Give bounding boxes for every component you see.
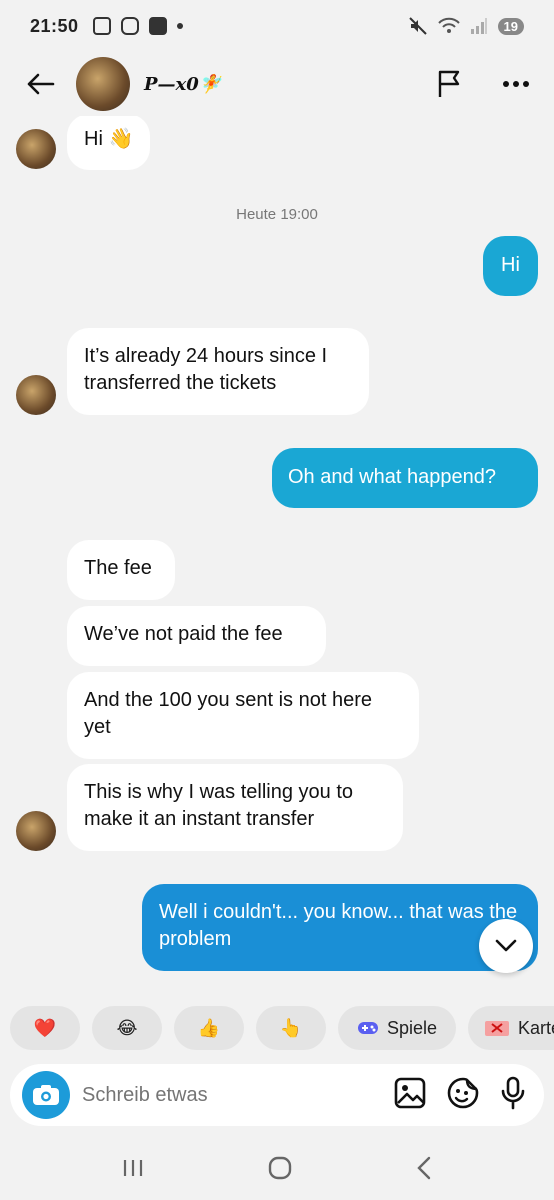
wifi-icon: [437, 17, 460, 33]
sticker-icon: [447, 1077, 479, 1108]
camera-icon: [33, 1085, 59, 1105]
pointing-up-icon: 👆: [279, 1017, 303, 1038]
message-text: This is why I was telling you to make it…: [84, 781, 353, 830]
gallery-button[interactable]: [394, 1077, 426, 1114]
image-icon: [394, 1077, 426, 1108]
screenshot-icon: [92, 17, 111, 35]
sticker-button[interactable]: [446, 1076, 480, 1115]
gift-card-button[interactable]: Karte: [468, 1006, 554, 1050]
chevron-down-icon: [495, 939, 517, 952]
message-text: Well i couldn't... you know... that was …: [159, 901, 518, 950]
home-icon: [268, 1156, 292, 1179]
date-separator: Heute 19:00: [236, 206, 318, 223]
signal-icon: [470, 18, 487, 34]
camera-button[interactable]: [22, 1071, 70, 1119]
message-composer: [10, 1064, 544, 1126]
incoming-message[interactable]: This is why I was telling you to make it…: [67, 764, 403, 851]
laughing-emoji-icon: 😂: [116, 1017, 138, 1038]
home-button[interactable]: [267, 1155, 293, 1186]
more-dots-icon: [503, 81, 529, 87]
report-button[interactable]: [432, 66, 468, 102]
arrow-left-icon: [27, 73, 55, 95]
thumbs-up-icon: 👍: [197, 1017, 221, 1038]
status-bar: 21:50 19: [0, 0, 554, 52]
chat-header: P—x0🧚: [0, 52, 554, 116]
games-button[interactable]: Spiele: [338, 1006, 456, 1050]
quick-reply-pointing-up[interactable]: 👆: [256, 1006, 326, 1050]
more-options-button[interactable]: [498, 66, 534, 102]
outgoing-message[interactable]: Oh and what happend?: [272, 448, 538, 508]
heart-icon: ❤️: [33, 1017, 57, 1038]
flag-icon: [438, 70, 460, 97]
incoming-message[interactable]: And the 100 you sent is not here yet: [67, 672, 419, 759]
quick-reply-laugh[interactable]: 😂: [92, 1006, 162, 1050]
outgoing-message[interactable]: Hi: [483, 236, 538, 296]
gift-card-label: Karte: [518, 1017, 554, 1038]
contact-avatar[interactable]: [76, 57, 130, 111]
mute-icon: [408, 17, 427, 35]
notification-dot-icon: [176, 23, 183, 29]
message-text: And the 100 you sent is not here yet: [84, 689, 372, 738]
back-button[interactable]: [20, 64, 60, 104]
outgoing-message[interactable]: Well i couldn't... you know... that was …: [142, 884, 538, 971]
contact-avatar-small: [16, 129, 56, 169]
gamepad-icon: [357, 1022, 378, 1034]
recent-apps-icon: [123, 1159, 143, 1176]
chevron-left-icon: [417, 1156, 431, 1179]
recent-apps-button[interactable]: [121, 1158, 145, 1183]
quick-reply-heart[interactable]: ❤️: [10, 1006, 80, 1050]
contact-avatar-small: [16, 811, 56, 851]
message-list[interactable]: Hi 👋 Heute 19:00 Hi It’s already 24 hour…: [0, 116, 554, 996]
quick-reply-thumbs-up[interactable]: 👍: [174, 1006, 244, 1050]
games-label: Spiele: [386, 1017, 438, 1038]
incoming-message[interactable]: The fee: [67, 540, 175, 600]
battery-level: 19: [497, 17, 524, 35]
scroll-to-bottom-button[interactable]: [479, 919, 533, 973]
instagram-icon: [120, 17, 139, 35]
status-time: 21:50: [30, 15, 79, 36]
quick-reply-bar: ❤️ 😂 👍 👆 Spiele Karte: [0, 1006, 554, 1050]
message-input[interactable]: [82, 1083, 362, 1107]
message-text: The fee: [84, 557, 152, 579]
message-text: Hi: [501, 254, 520, 276]
contact-avatar-small: [16, 375, 56, 415]
message-text: Oh and what happend?: [288, 466, 496, 488]
microphone-icon: [501, 1076, 525, 1109]
incoming-message[interactable]: We’ve not paid the fee: [67, 606, 326, 666]
system-navigation-bar: [0, 1140, 554, 1200]
back-system-button[interactable]: [415, 1156, 433, 1185]
voice-message-button[interactable]: [500, 1076, 526, 1115]
message-text: We’ve not paid the fee: [84, 623, 283, 645]
contact-name[interactable]: P—x0🧚: [144, 74, 221, 95]
shop-icon: [148, 17, 167, 35]
message-text: Hi 👋: [84, 128, 134, 150]
incoming-message[interactable]: Hi 👋: [67, 116, 151, 170]
incoming-message[interactable]: It’s already 24 hours since I transferre…: [67, 328, 369, 415]
message-text: It’s already 24 hours since I transferre…: [84, 345, 328, 394]
gift-card-icon: [485, 1021, 509, 1036]
